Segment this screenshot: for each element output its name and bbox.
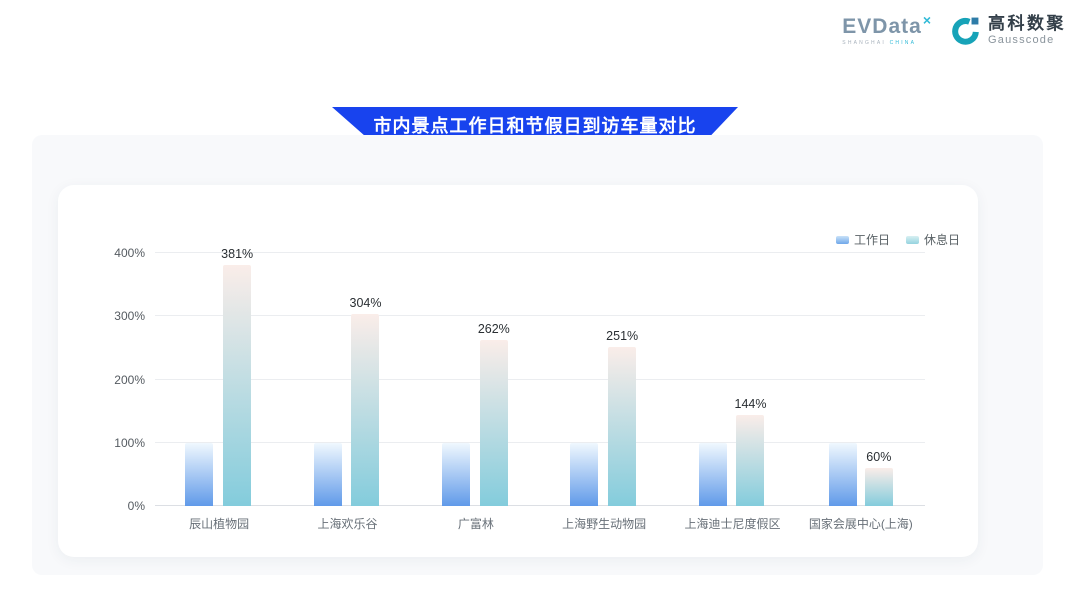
bar-group: 381%	[155, 253, 283, 506]
bar-group: 144%	[668, 253, 796, 506]
x-axis-category-label: 上海欢乐谷	[283, 515, 411, 532]
y-axis-tick-label: 400%	[85, 246, 145, 260]
y-axis-tick-label: 100%	[85, 436, 145, 450]
x-axis-category-label: 上海迪士尼度假区	[668, 515, 796, 532]
bar-workday	[442, 443, 470, 506]
bar-group: 304%	[283, 253, 411, 506]
legend-label-restday: 休息日	[924, 231, 960, 248]
bar-restday	[736, 415, 764, 506]
y-axis-tick-label: 200%	[85, 373, 145, 387]
y-axis-tick-label: 0%	[85, 499, 145, 513]
evdata-subtitle: SHANGHAI CHINA	[842, 40, 916, 46]
legend-swatch-workday	[836, 236, 849, 244]
chart-card: 工作日 休息日 0%100%200%300%400%381%辰山植物园304%上…	[58, 185, 978, 557]
bar-restday	[865, 468, 893, 506]
x-axis-category-label: 广富林	[412, 515, 540, 532]
bar-workday	[570, 443, 598, 506]
data-label: 304%	[350, 296, 382, 310]
evdata-wordmark: EVData×	[842, 16, 930, 37]
y-axis-tick-label: 300%	[85, 309, 145, 323]
bar-workday	[185, 443, 213, 506]
x-axis-category-label: 辰山植物园	[155, 515, 283, 532]
bar-workday	[829, 443, 857, 506]
evdata-brand-text: EVData	[842, 15, 922, 38]
gausscode-logo: 高科数聚 Gausscode	[950, 15, 1066, 47]
header-logos: EVData× SHANGHAI CHINA 高科数聚 Gausscode	[842, 15, 1066, 47]
data-label: 251%	[606, 329, 638, 343]
bar-group: 60%	[797, 253, 925, 506]
x-axis-category-label: 上海野生动物园	[540, 515, 668, 532]
data-label: 262%	[478, 322, 510, 336]
evdata-x-icon: ×	[923, 12, 931, 28]
legend-swatch-restday	[906, 236, 919, 244]
bar-group: 262%	[412, 253, 540, 506]
chart-legend: 工作日 休息日	[836, 231, 960, 248]
bar-restday	[223, 265, 251, 506]
legend-item-restday[interactable]: 休息日	[906, 231, 960, 248]
data-label: 60%	[866, 450, 891, 464]
legend-label-workday: 工作日	[854, 231, 890, 248]
bar-workday	[314, 443, 342, 506]
content-panel: 工作日 休息日 0%100%200%300%400%381%辰山植物园304%上…	[32, 135, 1043, 575]
evdata-logo: EVData× SHANGHAI CHINA	[842, 16, 930, 46]
bar-chart-plot-area: 0%100%200%300%400%381%辰山植物园304%上海欢乐谷262%…	[155, 253, 925, 506]
gausscode-ring-icon	[950, 15, 981, 46]
data-label: 381%	[221, 247, 253, 261]
gausscode-name-cn: 高科数聚	[988, 15, 1066, 34]
bar-restday	[608, 347, 636, 506]
bar-workday	[699, 443, 727, 506]
bar-restday	[480, 340, 508, 506]
evdata-subtitle-shanghai: SHANGHAI	[842, 40, 886, 46]
x-axis-category-label: 国家会展中心(上海)	[797, 515, 925, 532]
bar-group: 251%	[540, 253, 668, 506]
gausscode-name-en: Gausscode	[988, 34, 1066, 47]
legend-item-workday[interactable]: 工作日	[836, 231, 890, 248]
data-label: 144%	[735, 397, 767, 411]
bar-restday	[351, 314, 379, 506]
page-title: 市内景点工作日和节假日到访车量对比	[374, 112, 697, 138]
evdata-subtitle-china: CHINA	[890, 40, 917, 46]
